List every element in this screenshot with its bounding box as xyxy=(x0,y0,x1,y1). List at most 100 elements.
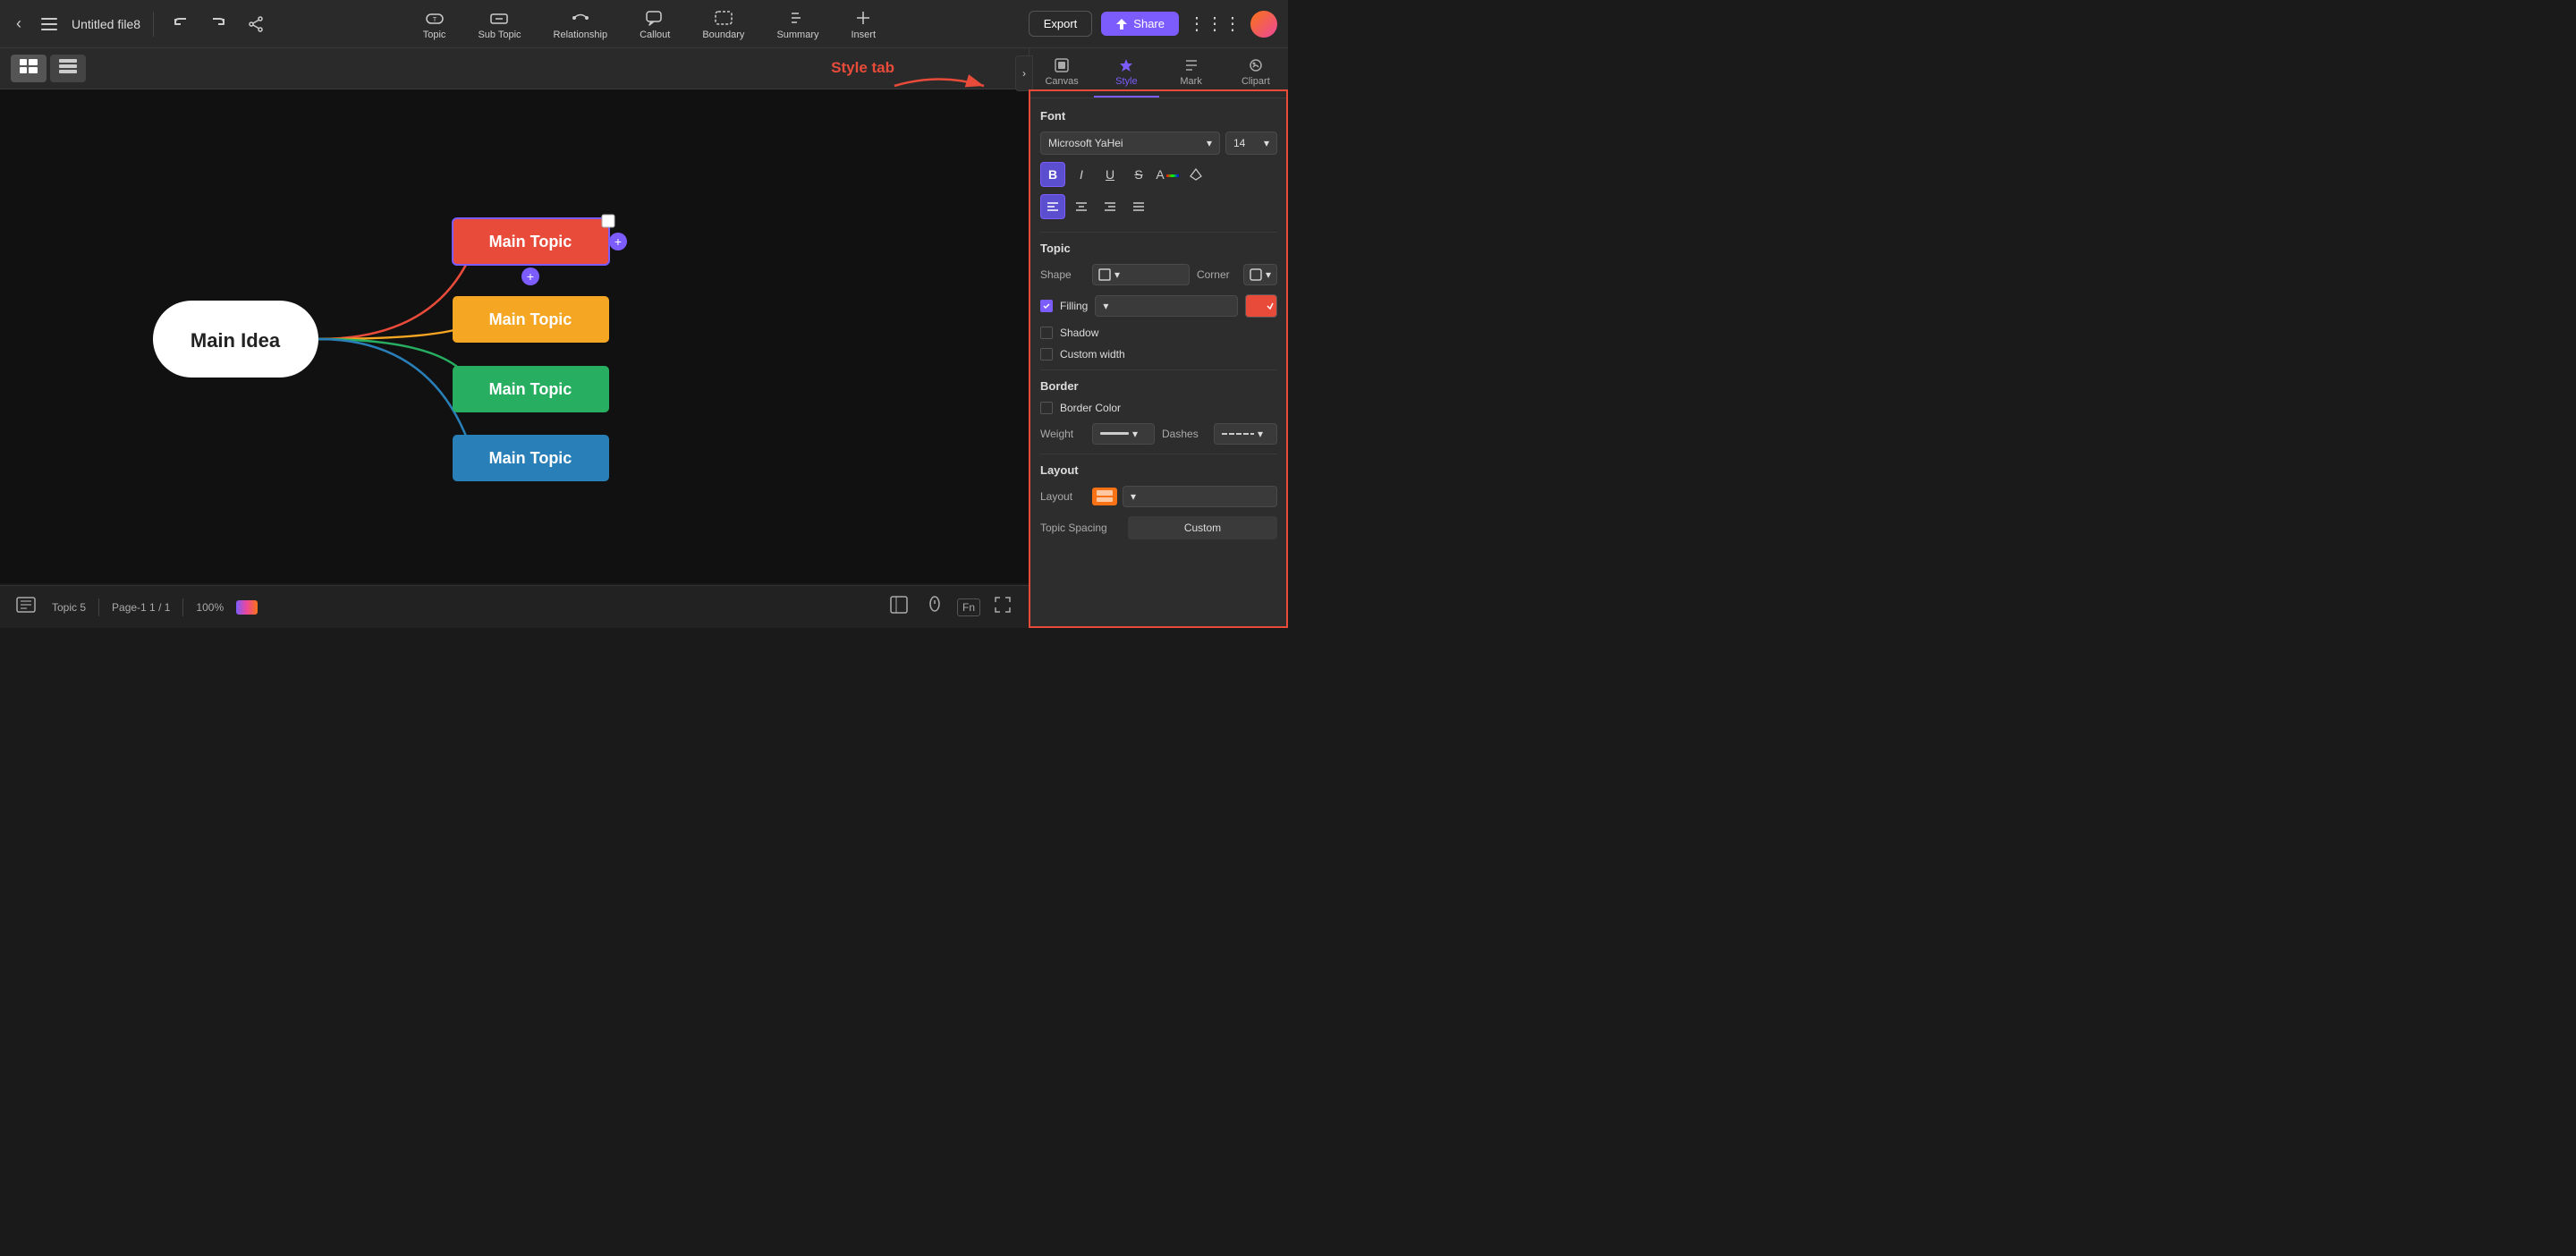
tab-style[interactable]: Style xyxy=(1094,48,1158,98)
list-view-button[interactable] xyxy=(50,55,86,82)
summary-tool[interactable]: Summary xyxy=(771,4,824,44)
border-color-label: Border Color xyxy=(1060,402,1121,414)
custom-width-checkbox[interactable] xyxy=(1040,348,1053,361)
panel-tabs: › Canvas Style Mark Clipart xyxy=(1030,48,1288,98)
align-row xyxy=(1040,194,1277,219)
font-family-select[interactable]: Microsoft YaHei ▾ xyxy=(1040,132,1220,155)
export-button[interactable]: Export xyxy=(1029,11,1093,37)
shadow-checkbox[interactable] xyxy=(1040,327,1053,339)
bottom-divider2 xyxy=(182,598,183,616)
panel-content: Font Microsoft YaHei ▾ 14 ▾ B I U S A xyxy=(1030,98,1288,628)
layout-icon xyxy=(1092,488,1117,505)
font-family-row: Microsoft YaHei ▾ 14 ▾ xyxy=(1040,132,1277,155)
shape-row: Shape ▾ Corner ▾ xyxy=(1040,264,1277,285)
main-idea-text[interactable]: Main Idea xyxy=(190,329,280,352)
topic-tool[interactable]: T Topic xyxy=(418,4,452,44)
fn-button[interactable]: Fn xyxy=(957,598,980,616)
bottom-bar: Topic 5 Page-1 1 / 1 100% Fn xyxy=(0,585,1029,628)
shadow-label: Shadow xyxy=(1060,327,1098,339)
align-left-button[interactable] xyxy=(1040,194,1065,219)
fill-color-swatch[interactable] xyxy=(1245,294,1277,318)
redo-button[interactable] xyxy=(204,12,233,37)
font-section-title: Font xyxy=(1040,109,1277,123)
shape-label: Shape xyxy=(1040,268,1085,281)
layout-row: Layout ▾ xyxy=(1040,486,1277,507)
font-size-select[interactable]: 14 ▾ xyxy=(1225,132,1277,155)
top-bar-left: ‹ Untitled file8 xyxy=(11,11,270,37)
user-avatar[interactable] xyxy=(1250,11,1277,38)
file-title: Untitled file8 xyxy=(72,17,140,31)
italic-button[interactable]: I xyxy=(1069,162,1094,187)
fill-type-select[interactable]: ▾ xyxy=(1095,295,1238,317)
svg-text:Main Topic[interactable]: Main Topic xyxy=(488,449,572,467)
mindmap-svg: Main Idea Main Topic + + Main Topic Main… xyxy=(126,113,842,560)
card-view-button[interactable] xyxy=(11,55,47,82)
page-info: Page-1 1 / 1 xyxy=(112,601,170,614)
canvas-area: Main Idea Main Topic + + Main Topic Main… xyxy=(0,89,1029,583)
undo-button[interactable] xyxy=(166,12,195,37)
dashes-label: Dashes xyxy=(1162,428,1207,440)
relationship-tool[interactable]: Relationship xyxy=(548,4,614,44)
corner-select[interactable]: ▾ xyxy=(1243,264,1277,285)
outline-button[interactable] xyxy=(13,593,39,621)
topic-spacing-label: Topic Spacing xyxy=(1040,522,1121,534)
dashes-select[interactable]: ▾ xyxy=(1214,423,1277,445)
layout-section-title: Layout xyxy=(1040,463,1277,477)
divider1 xyxy=(1040,232,1277,233)
topic-spacing-row: Topic Spacing Custom xyxy=(1040,516,1277,539)
font-color-button[interactable]: A xyxy=(1155,162,1180,187)
align-center-button[interactable] xyxy=(1069,194,1094,219)
fullscreen-button[interactable] xyxy=(989,591,1016,623)
border-color-checkbox[interactable] xyxy=(1040,402,1053,414)
align-justify-button[interactable] xyxy=(1126,194,1151,219)
svg-text:Main Topic[interactable]: Main Topic xyxy=(488,233,572,250)
tab-canvas[interactable]: Canvas xyxy=(1030,48,1094,98)
bottom-right-controls: Fn xyxy=(886,591,1016,623)
menu-button[interactable] xyxy=(36,14,63,34)
collapse-panel-arrow[interactable]: › xyxy=(1015,55,1033,91)
filling-checkbox[interactable] xyxy=(1040,300,1053,312)
shadow-row: Shadow xyxy=(1040,327,1277,339)
format-row: B I U S A xyxy=(1040,162,1277,187)
zoom-level: 100% xyxy=(196,601,224,614)
share-button[interactable]: Share xyxy=(1101,12,1179,36)
border-weight-row: Weight ▾ Dashes ▾ xyxy=(1040,423,1277,445)
boundary-tool[interactable]: Boundary xyxy=(697,4,750,44)
layout-select[interactable]: ▾ xyxy=(1123,486,1277,507)
divider xyxy=(153,12,154,37)
weight-select[interactable]: ▾ xyxy=(1092,423,1155,445)
top-bar-right: Export Share ⋮⋮⋮ xyxy=(1029,11,1277,38)
layout-label: Layout xyxy=(1040,490,1085,503)
custom-width-label: Custom width xyxy=(1060,348,1125,361)
svg-text:+: + xyxy=(526,269,533,284)
corner-label: Corner xyxy=(1197,268,1236,281)
shape-select[interactable]: ▾ xyxy=(1092,264,1190,285)
toolbar-center: T Topic Sub Topic Relationship Callout B… xyxy=(277,4,1021,44)
mouse-mode-button[interactable] xyxy=(921,591,948,623)
right-panel: › Canvas Style Mark Clipart Font Microso… xyxy=(1029,48,1288,628)
tab-clipart[interactable]: Clipart xyxy=(1224,48,1288,98)
share-edit-button[interactable] xyxy=(242,12,270,37)
topic-section-title: Topic xyxy=(1040,242,1277,255)
subtopic-tool[interactable]: Sub Topic xyxy=(472,4,526,44)
align-right-button[interactable] xyxy=(1097,194,1123,219)
svg-text:+: + xyxy=(614,234,621,249)
tab-mark[interactable]: Mark xyxy=(1159,48,1224,98)
highlight-button[interactable] xyxy=(1183,162,1208,187)
apps-button[interactable]: ⋮⋮⋮ xyxy=(1188,13,1241,35)
divider2 xyxy=(1040,369,1277,370)
callout-tool[interactable]: Callout xyxy=(634,4,675,44)
svg-text:Main Topic[interactable]: Main Topic xyxy=(488,310,572,328)
back-button[interactable]: ‹ xyxy=(11,11,27,37)
filling-row: Filling ▾ xyxy=(1040,294,1277,318)
bold-button[interactable]: B xyxy=(1040,162,1065,187)
svg-text:Main Topic[interactable]: Main Topic xyxy=(488,380,572,398)
underline-button[interactable]: U xyxy=(1097,162,1123,187)
custom-spacing-button[interactable]: Custom xyxy=(1128,516,1277,539)
bottom-divider1 xyxy=(98,598,99,616)
border-color-row: Border Color xyxy=(1040,402,1277,414)
expand-button[interactable] xyxy=(886,591,912,623)
insert-tool[interactable]: Insert xyxy=(846,4,882,44)
strikethrough-button[interactable]: S xyxy=(1126,162,1151,187)
filling-label: Filling xyxy=(1060,300,1088,312)
